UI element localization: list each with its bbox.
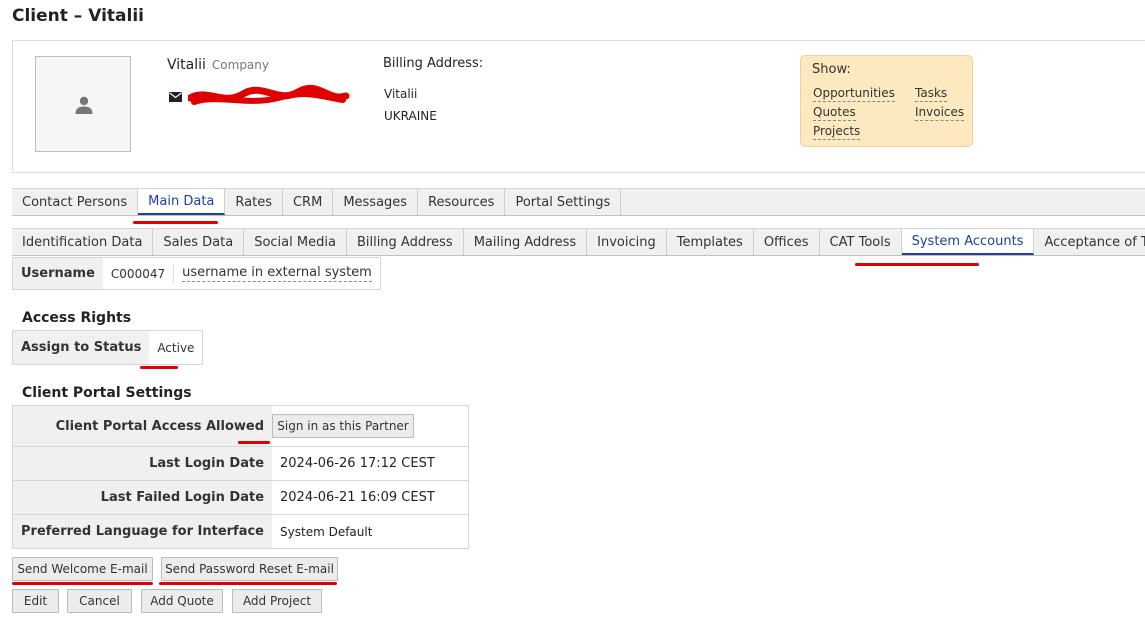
tab-sales-data[interactable]: Sales Data bbox=[153, 229, 245, 255]
last-failed-login-value: 2024-06-21 16:09 CEST bbox=[272, 480, 469, 515]
portal-access-label: Client Portal Access Allowed bbox=[12, 405, 273, 447]
send-password-reset-email-button[interactable]: Send Password Reset E-mail bbox=[161, 557, 338, 581]
billing-address-line: Vitalii bbox=[384, 87, 418, 101]
tab-identification-data[interactable]: Identification Data bbox=[12, 229, 154, 255]
preferred-language-label: Preferred Language for Interface bbox=[12, 514, 273, 549]
tab-system-accounts[interactable]: System Accounts bbox=[901, 229, 1035, 255]
annotation-underline bbox=[159, 582, 337, 585]
tab-main-data[interactable]: Main Data bbox=[138, 189, 226, 215]
show-link-projects[interactable]: Projects bbox=[813, 124, 861, 140]
annotation-underline bbox=[133, 221, 218, 224]
tab-offices[interactable]: Offices bbox=[753, 229, 820, 255]
billing-address-label: Billing Address: bbox=[383, 56, 484, 71]
show-link-opportunities[interactable]: Opportunities bbox=[813, 86, 895, 102]
page-title: Client – Vitalii bbox=[12, 6, 144, 26]
user-icon bbox=[75, 96, 93, 114]
show-link-invoices[interactable]: Invoices bbox=[915, 105, 965, 121]
username-label: Username bbox=[13, 258, 103, 289]
annotation-underline bbox=[12, 582, 153, 585]
client-type: Company bbox=[211, 58, 269, 72]
last-login-value: 2024-06-26 17:12 CEST bbox=[272, 446, 469, 481]
tab-crm[interactable]: CRM bbox=[282, 189, 334, 215]
client-name: Vitalii bbox=[167, 57, 206, 73]
tab-messages[interactable]: Messages bbox=[333, 189, 419, 215]
billing-address-line: UKRAINE bbox=[384, 109, 437, 123]
table-row: Preferred Language for Interface System … bbox=[12, 514, 469, 549]
add-project-button[interactable]: Add Project bbox=[232, 589, 322, 613]
status-value[interactable]: Active bbox=[149, 341, 202, 355]
tab-billing-address[interactable]: Billing Address bbox=[346, 229, 464, 255]
show-title: Show: bbox=[812, 62, 851, 77]
sub-tab-bar: Identification Data Sales Data Social Me… bbox=[12, 228, 1145, 256]
client-portal-settings-title: Client Portal Settings bbox=[22, 385, 192, 401]
external-username-input[interactable]: username in external system bbox=[182, 265, 372, 282]
annotation-underline bbox=[238, 441, 270, 444]
add-quote-button[interactable]: Add Quote bbox=[141, 589, 223, 613]
assign-status-label: Assign to Status bbox=[13, 331, 150, 364]
annotation-underline bbox=[855, 263, 979, 266]
tab-templates[interactable]: Templates bbox=[666, 229, 754, 255]
tab-rates[interactable]: Rates bbox=[225, 189, 283, 215]
table-row: Last Login Date 2024-06-26 17:12 CEST bbox=[12, 446, 469, 481]
tab-mailing-address[interactable]: Mailing Address bbox=[463, 229, 588, 255]
tab-invoicing[interactable]: Invoicing bbox=[587, 229, 667, 255]
show-link-quotes[interactable]: Quotes bbox=[813, 105, 856, 121]
access-rights-title: Access Rights bbox=[22, 310, 132, 326]
last-failed-login-label: Last Failed Login Date bbox=[12, 480, 273, 515]
assign-status-row: Assign to Status Active bbox=[12, 330, 204, 365]
send-welcome-email-button[interactable]: Send Welcome E-mail bbox=[12, 557, 153, 581]
table-row: Last Failed Login Date 2024-06-21 16:09 … bbox=[12, 480, 469, 515]
tab-acceptance-of-terms[interactable]: Acceptance of Terms bbox=[1034, 229, 1145, 255]
tab-social-media[interactable]: Social Media bbox=[244, 229, 347, 255]
main-tab-bar: Contact Persons Main Data Rates CRM Mess… bbox=[12, 188, 1145, 216]
separator bbox=[173, 264, 175, 283]
last-login-label: Last Login Date bbox=[12, 446, 273, 481]
tab-contact-persons[interactable]: Contact Persons bbox=[12, 189, 139, 215]
edit-button[interactable]: Edit bbox=[12, 589, 59, 613]
client-name-line: Vitalii Company bbox=[167, 57, 269, 73]
sign-in-as-partner-button[interactable]: Sign in as this Partner bbox=[272, 414, 414, 438]
cancel-button[interactable]: Cancel bbox=[67, 589, 132, 613]
tab-cat-tools[interactable]: CAT Tools bbox=[819, 229, 902, 255]
username-row: Username C000047 username in external sy… bbox=[12, 257, 381, 290]
preferred-language-value[interactable]: System Default bbox=[272, 514, 469, 549]
redacted-email-scribble bbox=[188, 84, 350, 105]
avatar[interactable] bbox=[35, 56, 131, 152]
tab-portal-settings[interactable]: Portal Settings bbox=[505, 189, 622, 215]
username-value: C000047 bbox=[110, 266, 166, 281]
annotation-underline bbox=[140, 366, 178, 369]
show-link-tasks[interactable]: Tasks bbox=[915, 86, 948, 102]
mail-icon bbox=[169, 92, 182, 102]
tab-resources[interactable]: Resources bbox=[418, 189, 506, 215]
